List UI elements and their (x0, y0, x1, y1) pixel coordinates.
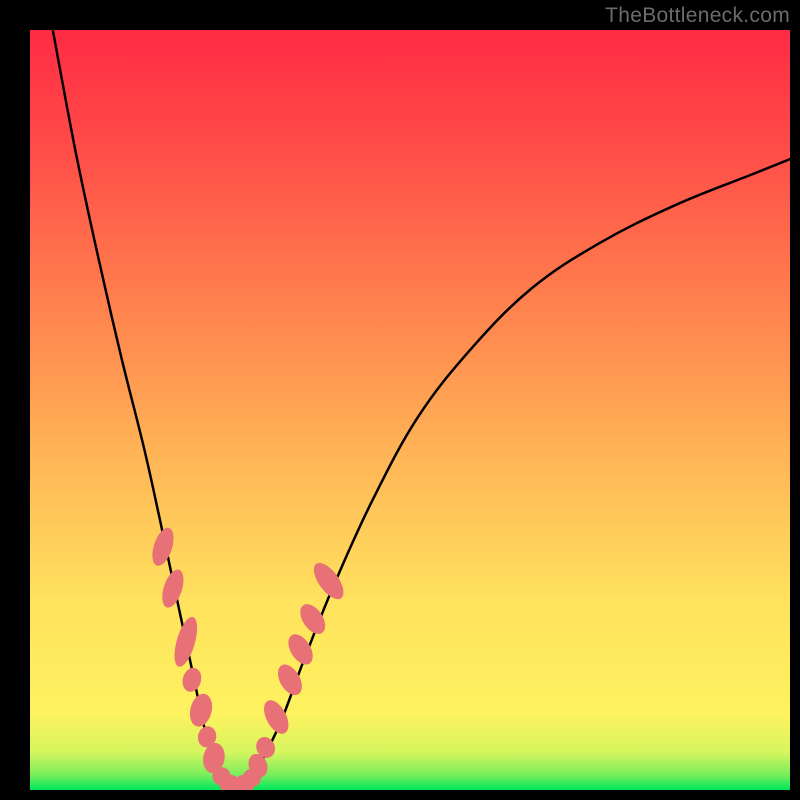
curve-markers (148, 525, 349, 790)
bottleneck-curve (53, 30, 790, 789)
plot-area (30, 30, 790, 790)
curve-marker (170, 614, 202, 669)
curve-marker (148, 525, 178, 568)
curve-marker (180, 666, 204, 694)
watermark-text: TheBottleneck.com (605, 4, 790, 28)
curve-marker (158, 567, 188, 610)
curve-marker (187, 691, 216, 729)
chart-frame: TheBottleneck.com (0, 0, 800, 800)
curve-layer (30, 30, 790, 790)
